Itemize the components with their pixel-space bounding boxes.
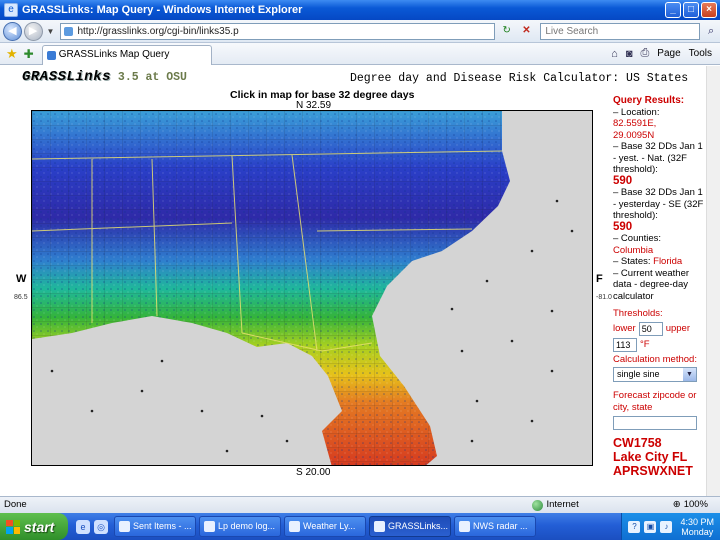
add-favorite-icon[interactable]: ✚ <box>24 47 34 61</box>
chevron-down-icon[interactable]: ▼ <box>683 368 696 381</box>
system-tray: ? ▣ ♪ 4:30 PM Monday <box>621 513 720 540</box>
task-lp-demo[interactable]: Lp demo log... <box>199 516 281 537</box>
status-bar: Done Internet ⊕ 100% <box>0 496 720 513</box>
clock[interactable]: 4:30 PM Monday <box>680 517 714 537</box>
vertical-scrollbar[interactable] <box>706 66 720 496</box>
tab-grasslinks[interactable]: GRASSLinks Map Query <box>41 44 212 65</box>
back-button[interactable]: ◀ <box>3 21 22 41</box>
refresh-icon[interactable]: ↻ <box>499 23 515 39</box>
ie-icon: e <box>4 3 18 17</box>
page-header: GRASSLinks 3.5 at OSU <box>22 69 187 85</box>
minimize-button[interactable]: _ <box>665 2 681 18</box>
feeds-icon[interactable]: ◙ <box>626 48 633 60</box>
search-icon[interactable]: ⌕ <box>702 23 720 40</box>
close-button[interactable]: × <box>701 2 717 18</box>
start-label: start <box>24 518 55 535</box>
volume-icon[interactable]: ♪ <box>660 520 673 533</box>
home-icon[interactable]: ⌂ <box>611 48 618 60</box>
windows-flag-icon <box>6 519 20 534</box>
clock-day: Monday <box>681 526 714 537</box>
start-button[interactable]: start <box>0 513 68 540</box>
window-title-bar: e GRASSLinks: Map Query - Windows Intern… <box>0 0 720 20</box>
state-value[interactable]: Florida <box>653 256 682 267</box>
query-results-panel: Query Results: – Location: 82.5591E, 29.… <box>613 95 705 487</box>
results-header: Query Results: <box>613 95 685 106</box>
states-label: – States: <box>613 256 651 267</box>
tools-menu[interactable]: Tools <box>689 48 712 59</box>
thresholds-label: Thresholds: <box>613 308 663 319</box>
station-id: CW1758 <box>613 436 662 450</box>
search-input[interactable]: Live Search <box>540 22 701 40</box>
task-grasslinks[interactable]: GRASSLinks... <box>369 516 451 537</box>
south-bound: S 20.00 <box>296 467 331 478</box>
clock-time: 4:30 PM <box>680 516 714 527</box>
status-text: Done <box>4 499 27 510</box>
network-icon[interactable]: ▣ <box>644 520 657 533</box>
maximize-button[interactable]: □ <box>683 2 699 18</box>
internet-zone-icon <box>531 499 543 511</box>
base32-se-label: – Base 32 DDs Jan 1 - yesterday - SE (32… <box>613 187 704 221</box>
upper-threshold-input[interactable]: 113 <box>613 337 637 352</box>
west-bound: 86.5 <box>14 294 28 301</box>
history-dropdown-icon[interactable]: ▼ <box>47 27 55 36</box>
current-weather-link[interactable]: – Current weather data - degree-day calc… <box>613 268 705 303</box>
print-icon[interactable]: ⎙ <box>640 47 649 60</box>
calc-method-value: single sine <box>617 369 660 379</box>
quick-launch: e ◎ <box>76 519 108 534</box>
lower-threshold-input[interactable]: 50 <box>638 321 663 336</box>
base32-se-value: 590 <box>613 220 633 233</box>
security-zone: Internet <box>546 499 579 510</box>
stop-icon[interactable]: ✕ <box>519 23 535 39</box>
east-label: F <box>596 273 603 285</box>
task-sent-items[interactable]: Sent Items - ... <box>114 516 196 537</box>
page-content: GRASSLinks 3.5 at OSU Degree day and Dis… <box>0 66 720 496</box>
station-network: APRSWXNET <box>613 464 693 478</box>
task-nws-radar[interactable]: NWS radar ... <box>454 516 536 537</box>
forecast-zip-input[interactable] <box>613 416 697 430</box>
upper-threshold-label: upper <box>665 322 691 334</box>
county-value[interactable]: Columbia <box>613 245 705 257</box>
location-label: – Location: <box>613 106 660 118</box>
browser-quicklaunch-icon[interactable]: ◎ <box>94 519 108 534</box>
ie-quicklaunch-icon[interactable]: e <box>76 519 90 534</box>
forward-button[interactable]: ▶ <box>23 21 43 41</box>
task-weather[interactable]: Weather Ly... <box>284 516 366 537</box>
url-input[interactable]: http://grasslinks.org/cgi-bin/links35.p <box>60 22 495 40</box>
station-city: Lake City FL <box>613 450 688 464</box>
base32-national-value: 590 <box>613 174 633 187</box>
calc-method-label: Calculation method: <box>613 353 697 365</box>
unit-label: °F <box>640 338 650 350</box>
map-image[interactable] <box>32 111 593 466</box>
page-menu[interactable]: Page <box>657 48 680 59</box>
grasslinks-logo: GRASSLinks <box>22 69 112 85</box>
page-title: Degree day and Disease Risk Calculator: … <box>350 72 689 85</box>
help-icon[interactable]: ? <box>628 520 641 533</box>
favorites-star-icon[interactable]: ★ <box>6 46 18 62</box>
base32-national-label: – Base 32 DDs Jan 1 - yest. - Nat. (32F … <box>613 141 703 175</box>
calc-method-select[interactable]: single sine ▼ <box>613 367 697 382</box>
counties-label: – Counties: <box>613 233 662 244</box>
zoom-level[interactable]: 100% <box>684 497 708 513</box>
taskbar: start e ◎ Sent Items - ... Lp demo log..… <box>0 513 720 540</box>
degree-day-map[interactable] <box>31 110 593 466</box>
west-label: W <box>16 273 27 285</box>
east-bound: -81.0 <box>596 294 612 301</box>
forecast-label: Forecast zipcode or city, state <box>613 390 697 413</box>
logo-version: 3.5 at OSU <box>117 71 187 84</box>
location-latitude: 29.0095N <box>613 129 655 141</box>
lower-threshold-label: lower <box>613 322 636 334</box>
tab-row: ★ ✚ GRASSLinks Map Query ⌂ ◙ ⎙ Page Tool… <box>0 43 720 65</box>
zoom-icon[interactable]: ⊕ <box>673 497 681 513</box>
window-title: GRASSLinks: Map Query - Windows Internet… <box>22 4 303 16</box>
location-longitude: 82.5591E, <box>613 118 657 129</box>
address-bar: ◀ ▶ ▼ http://grasslinks.org/cgi-bin/link… <box>0 20 720 43</box>
